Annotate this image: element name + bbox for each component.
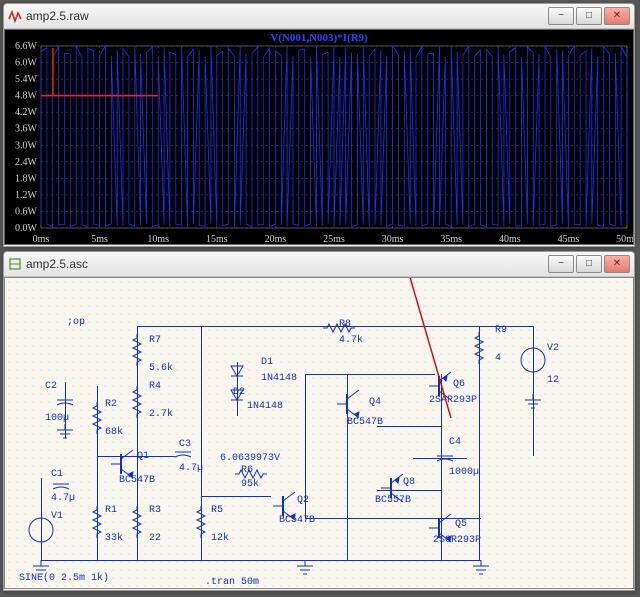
svg-text:15ms: 15ms — [206, 234, 228, 244]
svg-text:5.4W: 5.4W — [15, 74, 38, 85]
svg-text:10ms: 10ms — [147, 234, 169, 244]
svg-text:20ms: 20ms — [265, 234, 287, 244]
plot-titlebar[interactable]: amp2.5.raw − □ ✕ — [4, 4, 634, 29]
val-r8: 4.7k — [339, 336, 363, 346]
val-q8: BC557B — [375, 496, 411, 506]
svg-text:50ms: 50ms — [616, 234, 633, 244]
val-c1: 4.7µ — [51, 494, 75, 504]
val-d2: 1N4148 — [247, 402, 283, 412]
val-r9: 4 — [495, 354, 501, 364]
schematic-title: amp2.5.asc — [26, 257, 548, 271]
svg-text:1.2W: 1.2W — [15, 190, 38, 201]
schematic-icon — [8, 257, 22, 271]
plot-canvas[interactable]: 6.6W 6.0W 5.4W 4.8W 4.2W 3.6W 3.0W 2.4W 1.8W 1.2W… — [4, 29, 634, 245]
svg-text:45ms: 45ms — [558, 234, 580, 244]
ref-r8: R8 — [339, 320, 351, 330]
svg-text:40ms: 40ms — [499, 234, 521, 244]
val-q6: 2SAR293P — [429, 396, 477, 406]
maximize-button[interactable]: □ — [576, 7, 602, 25]
val-r5: 12k — [211, 534, 229, 544]
ref-v1: V1 — [51, 512, 63, 522]
val-q5: 2SCR293P — [433, 536, 481, 546]
svg-text:25ms: 25ms — [323, 234, 345, 244]
plot-svg: 6.6W 6.0W 5.4W 4.8W 4.2W 3.6W 3.0W 2.4W 1.8W 1.2W… — [5, 30, 633, 244]
maximize-button[interactable]: □ — [576, 255, 602, 273]
ref-c4: C4 — [449, 438, 461, 448]
ref-q5: Q5 — [455, 520, 467, 530]
svg-text:3.6W: 3.6W — [15, 124, 38, 135]
schematic-svg — [5, 278, 633, 589]
val-d1: 1N4148 — [261, 374, 297, 384]
svg-text:0.6W: 0.6W — [15, 206, 38, 217]
val-r3: 22 — [149, 534, 161, 544]
ref-r3: R3 — [149, 506, 161, 516]
ref-r5: R5 — [211, 506, 223, 516]
ref-r4: R4 — [149, 382, 161, 392]
val-v2: 12 — [547, 376, 559, 386]
val-q1: BC547B — [119, 476, 155, 486]
val-q4: BC547B — [347, 418, 383, 428]
plot-window[interactable]: amp2.5.raw − □ ✕ 6.6W 6.0W 5.4W 4.8W 4.2W 3.6… — [3, 3, 635, 247]
val-r4: 2.7k — [149, 410, 173, 420]
schematic-window[interactable]: amp2.5.asc − □ ✕ ;op .tran 50m 6.0639973… — [3, 251, 635, 591]
svg-text:4.2W: 4.2W — [15, 107, 38, 118]
ref-r2: R2 — [105, 400, 117, 410]
close-button[interactable]: ✕ — [604, 255, 630, 273]
svg-text:0ms: 0ms — [33, 234, 50, 244]
ref-r1: R1 — [105, 506, 117, 516]
val-r6: 95k — [241, 480, 259, 490]
minimize-button[interactable]: − — [548, 7, 574, 25]
val-c2: 100µ — [45, 414, 69, 424]
ref-q2: Q2 — [297, 496, 309, 506]
svg-text:6.6W: 6.6W — [15, 41, 38, 52]
ref-c1: C1 — [51, 470, 63, 480]
svg-text:6.0W: 6.0W — [15, 58, 38, 69]
close-button[interactable]: ✕ — [604, 7, 630, 25]
svg-text:5ms: 5ms — [91, 234, 108, 244]
val-r1: 33k — [105, 534, 123, 544]
ref-v2: V2 — [547, 344, 559, 354]
val-q2: BC547B — [279, 516, 315, 526]
svg-text:0.0W: 0.0W — [15, 223, 38, 234]
ref-d2: D2 — [233, 388, 245, 398]
val-c4: 1000µ — [449, 468, 479, 478]
ref-r9: R9 — [495, 326, 507, 336]
ref-q6: Q6 — [453, 380, 465, 390]
ref-c2: C2 — [45, 382, 57, 392]
ref-q8: Q8 — [403, 478, 415, 488]
svg-text:3.0W: 3.0W — [15, 140, 38, 151]
ref-q1: Q1 — [137, 452, 149, 462]
svg-text:2.4W: 2.4W — [15, 157, 38, 168]
svg-text:4.8W: 4.8W — [15, 91, 38, 102]
ref-d1: D1 — [261, 358, 273, 368]
plot-title: amp2.5.raw — [26, 9, 548, 23]
schematic-titlebar[interactable]: amp2.5.asc − □ ✕ — [4, 252, 634, 277]
svg-text:1.8W: 1.8W — [15, 173, 38, 184]
schematic-canvas[interactable]: ;op .tran 50m 6.0639973V SINE(0 2.5m 1k)… — [4, 277, 634, 589]
val-c3: 4.7µ — [179, 464, 203, 474]
ref-r6: R6 — [241, 466, 253, 476]
ref-c3: C3 — [179, 440, 191, 450]
ref-q4: Q4 — [369, 398, 381, 408]
val-r7: 5.6k — [149, 364, 173, 374]
minimize-button[interactable]: − — [548, 255, 574, 273]
svg-text:35ms: 35ms — [440, 234, 462, 244]
ref-r7: R7 — [149, 336, 161, 346]
val-r2: 68k — [105, 428, 123, 438]
waveform-icon — [8, 9, 22, 23]
svg-text:30ms: 30ms — [382, 234, 404, 244]
svg-text:V(N001,N003)*I(R9): V(N001,N003)*I(R9) — [270, 32, 368, 44]
